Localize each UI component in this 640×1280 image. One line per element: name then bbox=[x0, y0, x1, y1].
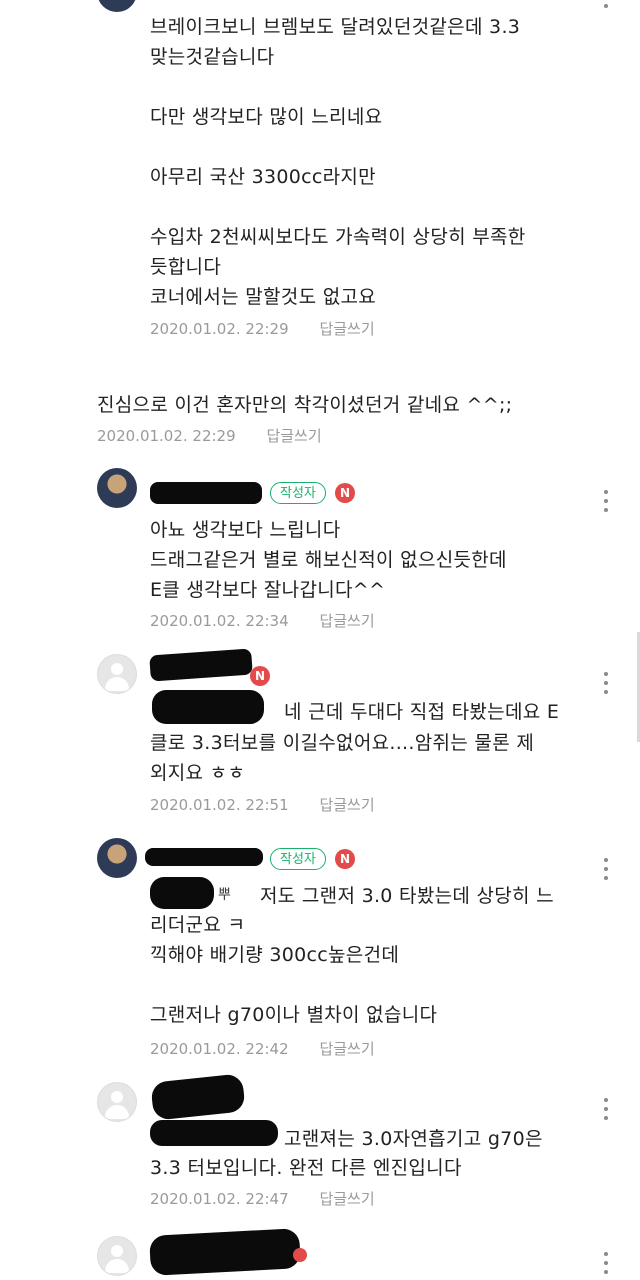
new-badge: N bbox=[335, 849, 355, 869]
comment-text: 고랜져는 3.0자연흡기고 g70은 bbox=[284, 1128, 543, 1150]
comment-text: 저도 그랜저 3.0 타봤는데 상당히 느 bbox=[260, 885, 554, 907]
redacted-username bbox=[150, 1073, 246, 1121]
new-badge bbox=[293, 1248, 307, 1262]
comment-meta: 2020.01.02. 22:29 답글쓰기 bbox=[150, 318, 375, 339]
avatar[interactable] bbox=[97, 838, 137, 878]
reply-link[interactable]: 답글쓰기 bbox=[319, 318, 374, 339]
comment-text: 네 근데 두대다 직접 타봤는데요 E bbox=[284, 701, 560, 723]
more-options-icon[interactable] bbox=[603, 0, 609, 12]
avatar[interactable] bbox=[97, 1082, 137, 1122]
comment-text: 3.3 터보입니다. 완전 다른 엔진입니다 bbox=[150, 1157, 462, 1179]
redacted-mention bbox=[150, 1120, 278, 1146]
avatar[interactable] bbox=[97, 1236, 137, 1276]
reply-link[interactable]: 답글쓰기 bbox=[319, 794, 374, 815]
comment-meta: 2020.01.02. 22:47 답글쓰기 bbox=[150, 1188, 375, 1209]
comment-meta: 2020.01.02. 22:51 답글쓰기 bbox=[150, 794, 375, 815]
redacted-username bbox=[149, 648, 253, 682]
more-options-icon[interactable] bbox=[603, 490, 609, 516]
reply-link[interactable]: 답글쓰기 bbox=[319, 610, 374, 631]
comment-text: 진심으로 이건 혼자만의 착각이셨던거 같네요 ^^;; bbox=[97, 394, 513, 416]
more-options-icon[interactable] bbox=[603, 1252, 609, 1278]
comment-text: 브레이크보니 브렘보도 달려있던것같은데 3.3 맞는것같습니다 다만 생각보다… bbox=[150, 16, 526, 308]
comment-date: 2020.01.02. 22:47 bbox=[150, 1190, 289, 1208]
mention-tail: 뿌 bbox=[218, 887, 232, 903]
comment-meta: 2020.01.02. 22:42 답글쓰기 bbox=[150, 1038, 375, 1059]
more-options-icon[interactable] bbox=[603, 858, 609, 884]
avatar[interactable] bbox=[97, 654, 137, 694]
more-options-icon[interactable] bbox=[603, 1098, 609, 1124]
redacted-username bbox=[145, 848, 263, 866]
comment-text: 클로 3.3터보를 이길수없어요....암쥐는 물론 제 외지요 ㅎㅎ bbox=[150, 732, 535, 784]
comment-date: 2020.01.02. 22:29 bbox=[150, 320, 289, 338]
redacted-username bbox=[149, 1228, 301, 1276]
reply-link[interactable]: 답글쓰기 bbox=[319, 1188, 374, 1209]
comment-date: 2020.01.02. 22:29 bbox=[97, 427, 236, 445]
comment-meta: 2020.01.02. 22:34 답글쓰기 bbox=[150, 610, 375, 631]
comment-date: 2020.01.02. 22:51 bbox=[150, 796, 289, 814]
more-options-icon[interactable] bbox=[603, 672, 609, 698]
reply-link[interactable]: 답글쓰기 bbox=[319, 1038, 374, 1059]
avatar[interactable] bbox=[97, 0, 137, 12]
comment-date: 2020.01.02. 22:34 bbox=[150, 612, 289, 630]
comment-text: 아뇨 생각보다 느립니다 드래그같은거 별로 해보신적이 없으신듯한데 E클 생… bbox=[150, 519, 507, 601]
avatar[interactable] bbox=[97, 468, 137, 508]
comment-text: 리더군요 ㅋ 끽해야 배기량 300cc높은건데 그랜저나 g70이나 별차이 … bbox=[150, 914, 438, 1026]
comment-meta: 2020.01.02. 22:29 답글쓰기 bbox=[97, 425, 322, 446]
new-badge: N bbox=[250, 666, 270, 686]
reply-link[interactable]: 답글쓰기 bbox=[266, 425, 321, 446]
new-badge: N bbox=[335, 483, 355, 503]
redacted-username bbox=[150, 482, 262, 504]
author-badge: 작성자 bbox=[270, 848, 326, 870]
author-badge: 작성자 bbox=[270, 482, 326, 504]
redacted-mention bbox=[152, 690, 264, 724]
comment-date: 2020.01.02. 22:42 bbox=[150, 1040, 289, 1058]
redacted-mention bbox=[150, 877, 214, 909]
